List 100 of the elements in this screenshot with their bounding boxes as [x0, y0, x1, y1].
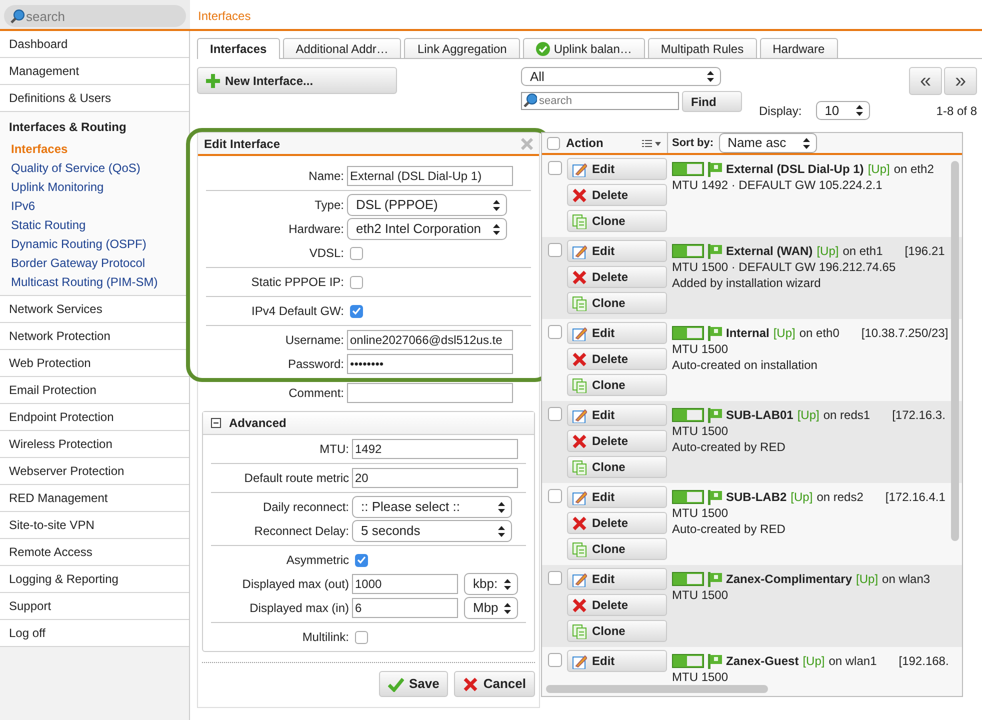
input-field[interactable]: online2027066@dsl512us.te — [347, 330, 513, 350]
toggle-switch[interactable] — [672, 408, 704, 422]
save-button[interactable]: Save — [378, 671, 448, 697]
delete-button[interactable]: Delete — [567, 184, 667, 206]
input-field[interactable]: 6 — [352, 598, 458, 618]
sidebar-item[interactable]: Logging & Reporting — [0, 566, 189, 593]
checkbox[interactable] — [548, 325, 562, 339]
search-field[interactable]: search — [521, 92, 679, 110]
sidebar-item[interactable]: RED Management — [0, 485, 189, 512]
sidebar-item[interactable]: Endpoint Protection — [0, 404, 189, 431]
sidebar-subitem[interactable]: Border Gateway Protocol — [0, 254, 189, 273]
sidebar-item[interactable]: Support — [0, 593, 189, 620]
clone-button[interactable]: Clone — [567, 538, 667, 560]
sidebar-subitem[interactable]: Dynamic Routing (OSPF) — [0, 235, 189, 254]
checkbox[interactable] — [548, 407, 562, 421]
input-field[interactable]: •••••••• — [347, 354, 513, 374]
unit-dropdown[interactable]: Mbp — [464, 597, 518, 619]
sidebar-subitem[interactable]: IPv6 — [0, 197, 189, 216]
edit-button[interactable]: Edit — [567, 568, 667, 590]
close-icon[interactable] — [521, 138, 533, 150]
sidebar-subitem[interactable]: Multicast Routing (PIM-SM) — [0, 273, 189, 292]
delete-button[interactable]: Delete — [567, 512, 667, 534]
toggle-switch[interactable] — [672, 572, 704, 586]
cancel-button[interactable]: Cancel — [454, 671, 535, 697]
edit-button[interactable]: Edit — [567, 322, 667, 344]
delete-button[interactable]: Delete — [567, 430, 667, 452]
checkbox[interactable] — [548, 571, 562, 585]
toggle-switch[interactable] — [672, 490, 704, 504]
checkbox[interactable] — [355, 554, 368, 566]
scrollbar-thumb[interactable] — [546, 685, 768, 693]
toggle-switch[interactable] — [672, 326, 704, 340]
sidebar-item[interactable]: Site-to-site VPN — [0, 512, 189, 539]
edit-button[interactable]: Edit — [567, 404, 667, 426]
new-interface-button[interactable]: New Interface... — [197, 67, 397, 94]
sidebar-item[interactable]: Remote Access — [0, 539, 189, 566]
edit-button[interactable]: Edit — [567, 240, 667, 262]
toggle-switch[interactable] — [672, 244, 704, 258]
sidebar-subitem[interactable]: Quality of Service (QoS) — [0, 159, 189, 178]
sidebar-item[interactable]: Webserver Protection — [0, 458, 189, 485]
tab[interactable]: Uplink balan… — [522, 38, 645, 58]
dropdown[interactable]: DSL (PPPOE) — [347, 194, 507, 216]
sort-select[interactable]: Name asc — [718, 133, 817, 153]
input-field[interactable]: 1492 — [352, 439, 518, 459]
tab[interactable]: Link Aggregation — [404, 38, 520, 58]
find-button[interactable]: Find — [682, 91, 742, 112]
detail-text: MTU 1500 — [672, 423, 730, 439]
checkbox[interactable] — [548, 161, 562, 175]
dropdown[interactable]: eth2 Intel Corporation — [347, 218, 507, 240]
delete-button[interactable]: Delete — [567, 266, 667, 288]
dropdown[interactable]: 5 seconds — [352, 520, 512, 542]
checkbox[interactable] — [548, 653, 562, 667]
tab[interactable]: Hardware — [760, 38, 838, 58]
checkbox[interactable] — [547, 136, 560, 150]
sidebar-item[interactable]: Network Services — [0, 296, 189, 323]
checkbox[interactable] — [350, 304, 363, 318]
display-select[interactable]: 10 — [816, 101, 870, 120]
sidebar-item[interactable]: Definitions & Users — [0, 85, 189, 112]
sidebar-item[interactable]: Wireless Protection — [0, 431, 189, 458]
checkbox[interactable] — [548, 489, 562, 503]
sidebar-item[interactable]: Management — [0, 58, 189, 85]
checkbox[interactable] — [350, 276, 363, 288]
checkbox[interactable] — [355, 630, 368, 644]
sidebar-item[interactable]: Email Protection — [0, 377, 189, 404]
edit-button[interactable]: Edit — [567, 486, 667, 508]
section-header[interactable]: Advanced — [203, 412, 534, 435]
sidebar-subitem[interactable]: Static Routing — [0, 216, 189, 235]
input-field[interactable]: 1000 — [352, 574, 458, 594]
previous-page-button[interactable]: « — [909, 67, 942, 95]
input-field[interactable]: 20 — [352, 468, 518, 488]
checkbox[interactable] — [548, 243, 562, 257]
tab[interactable]: Interfaces — [197, 38, 280, 59]
toggle-switch[interactable] — [672, 162, 704, 176]
sidebar-item[interactable]: Web Protection — [0, 350, 189, 377]
edit-button[interactable]: Edit — [567, 158, 667, 180]
sidebar-subitem[interactable]: Uplink Monitoring — [0, 178, 189, 197]
input-field[interactable]: External (DSL Dial-Up 1) — [347, 166, 513, 186]
tab[interactable]: Multipath Rules — [648, 38, 757, 58]
dropdown[interactable]: :: Please select :: — [352, 496, 512, 518]
clone-button[interactable]: Clone — [567, 374, 667, 396]
toggle-switch[interactable] — [672, 654, 704, 668]
sidebar-item[interactable]: Log off — [0, 620, 189, 647]
scrollbar-thumb[interactable] — [951, 161, 959, 541]
clone-button[interactable]: Clone — [567, 456, 667, 478]
edit-button[interactable]: Edit — [567, 650, 667, 672]
clone-button[interactable]: Clone — [567, 620, 667, 642]
delete-button[interactable]: Delete — [567, 348, 667, 370]
search-field[interactable]: search — [4, 5, 186, 27]
clone-button[interactable]: Clone — [567, 292, 667, 314]
sidebar-item[interactable]: Interfaces & Routing — [0, 112, 189, 140]
delete-button[interactable]: Delete — [567, 594, 667, 616]
tab[interactable]: Additional Addr… — [282, 38, 402, 58]
sidebar-item[interactable]: Dashboard — [0, 31, 189, 58]
input-field[interactable] — [347, 383, 513, 403]
plus-icon — [206, 74, 220, 88]
next-page-button[interactable]: » — [944, 67, 977, 95]
filter-select[interactable]: All — [521, 67, 721, 86]
clone-button[interactable]: Clone — [567, 210, 667, 232]
sidebar-item[interactable]: Network Protection — [0, 323, 189, 350]
checkbox[interactable] — [350, 246, 363, 260]
unit-dropdown[interactable]: kbp: — [464, 573, 518, 595]
